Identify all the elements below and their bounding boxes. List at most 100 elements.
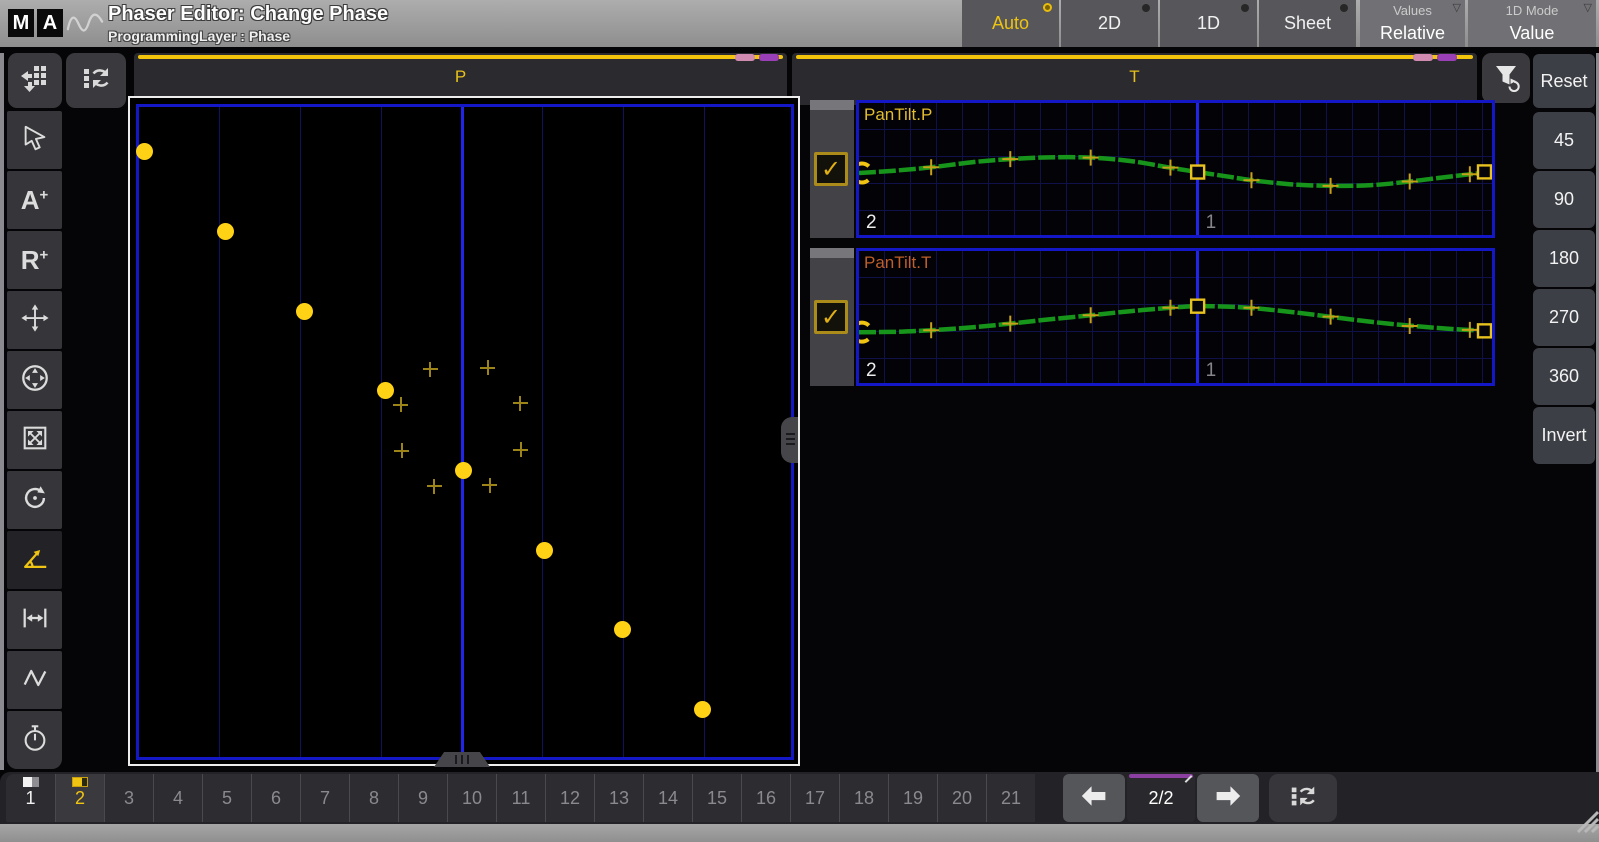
phase-270-button[interactable]: 270: [1533, 289, 1595, 346]
phaser-step-20[interactable]: 20: [937, 774, 986, 822]
tilt-curve-checkbox[interactable]: ✓: [814, 300, 848, 334]
phaser-step-9[interactable]: 9: [398, 774, 447, 822]
encoder-letter-t: T: [792, 67, 1477, 87]
tool-rotate[interactable]: [7, 471, 62, 529]
phaser-step-18[interactable]: 18: [839, 774, 888, 822]
page-label: 2/2: [1148, 788, 1173, 809]
view-button-1d[interactable]: 1D: [1160, 0, 1257, 47]
speed-icon: [20, 723, 50, 758]
phaser-step-6[interactable]: 6: [251, 774, 300, 822]
phaser-step-13[interactable]: 13: [594, 774, 643, 822]
phaser-step-11[interactable]: 11: [496, 774, 545, 822]
2d-phase-view[interactable]: [128, 96, 800, 766]
phase-180-button[interactable]: 180: [1533, 230, 1595, 287]
tool-center-move[interactable]: [7, 351, 62, 409]
phase-360-button[interactable]: 360: [1533, 348, 1595, 405]
fixture-phase-dot[interactable]: [217, 223, 234, 240]
move-grid-icon: [19, 62, 51, 99]
step-page-button[interactable]: 2/2: [1127, 774, 1195, 822]
view-button-sheet[interactable]: Sheet: [1259, 0, 1356, 47]
phaser-step-8[interactable]: 8: [349, 774, 398, 822]
reset-button[interactable]: Reset: [1533, 54, 1595, 108]
grid-line: [461, 107, 464, 757]
encoder-header-tilt[interactable]: T: [792, 53, 1477, 105]
angle-icon: [20, 543, 50, 578]
tool-transition[interactable]: [7, 651, 62, 709]
sync-icon: [80, 62, 112, 99]
checkmark-icon: ✓: [821, 303, 841, 332]
phaser-step-12[interactable]: 12: [545, 774, 594, 822]
pan-curve-checkbox[interactable]: ✓: [814, 152, 848, 186]
phaser-step-16[interactable]: 16: [741, 774, 790, 822]
phaser-step-15[interactable]: 15: [692, 774, 741, 822]
tool-angle[interactable]: [7, 531, 62, 589]
fixture-phase-dot[interactable]: [536, 542, 553, 559]
tool-add-absolute[interactable]: A+: [7, 171, 62, 229]
indicator-right: [82, 778, 87, 786]
grid-line: [219, 107, 220, 757]
ma-logo-a: A: [37, 9, 63, 37]
view-button-indicator: [1340, 4, 1348, 12]
ma-logo-m: M: [8, 9, 34, 37]
2d-phase-grid: [136, 104, 794, 760]
phaser-step-10[interactable]: 10: [447, 774, 496, 822]
pink-marker-pill: [1413, 54, 1433, 61]
phaser-step-5[interactable]: 5: [202, 774, 251, 822]
resize-grip[interactable]: [1566, 798, 1599, 839]
page-stripe: [1129, 774, 1193, 778]
fixture-origin-cross: [513, 396, 528, 411]
grid-line: [381, 107, 382, 757]
fixture-origin-cross: [482, 478, 497, 493]
view-button-2d[interactable]: 2D: [1061, 0, 1158, 47]
fixture-phase-dot[interactable]: [694, 701, 711, 718]
fixture-phase-dot[interactable]: [377, 382, 394, 399]
phaser-step-19[interactable]: 19: [888, 774, 937, 822]
fixture-phase-dot[interactable]: [455, 462, 472, 479]
phaser-editor-window: M A Phaser Editor: Change Phase Programm…: [0, 0, 1599, 842]
tool-width[interactable]: [7, 591, 62, 649]
phaser-step-4[interactable]: 4: [153, 774, 202, 822]
sync-encoder-button[interactable]: [66, 53, 126, 108]
fixture-origin-cross: [513, 442, 528, 457]
phase-invert-button[interactable]: Invert: [1533, 407, 1595, 464]
view-button-indicator: [1043, 3, 1052, 12]
tool-pointer[interactable]: [7, 111, 62, 169]
vertical-split-handle[interactable]: [781, 417, 798, 463]
tool-speed[interactable]: [7, 711, 62, 769]
curve-enable-column-pan: ✓: [810, 100, 854, 238]
left-scrollbar[interactable]: [0, 53, 4, 770]
phaser-step-1[interactable]: 1: [6, 774, 55, 822]
tool-move[interactable]: [7, 291, 62, 349]
tool-add-relative[interactable]: R+: [7, 231, 62, 289]
fixture-phase-dot[interactable]: [136, 143, 153, 160]
next-step-button[interactable]: [1197, 774, 1259, 822]
phaser-step-7[interactable]: 7: [300, 774, 349, 822]
sync-steps-button[interactable]: [1269, 774, 1337, 822]
filter-button[interactable]: [1482, 53, 1530, 103]
curve-enable-column-tilt: ✓: [810, 248, 854, 386]
fixture-phase-dot[interactable]: [296, 303, 313, 320]
grid-line: [542, 107, 543, 757]
phaser-step-14[interactable]: 14: [643, 774, 692, 822]
tilt-curve-graph[interactable]: PanTilt.T 2 1: [856, 248, 1495, 386]
move-window-button[interactable]: [8, 53, 62, 108]
pan-curve-graph[interactable]: PanTilt.P 2 1: [856, 100, 1495, 238]
rotate-icon: [20, 483, 50, 518]
phaser-step-2[interactable]: 2: [55, 774, 104, 822]
fixture-phase-dot[interactable]: [614, 621, 631, 638]
filter-refresh-icon: [1490, 60, 1522, 97]
phaser-step-21[interactable]: 21: [986, 774, 1035, 822]
phase-45-button[interactable]: 45: [1533, 112, 1595, 169]
phase-90-button[interactable]: 90: [1533, 171, 1595, 228]
1d-mode-dropdown[interactable]: 1D ModeValue▽: [1468, 0, 1596, 47]
phaser-step-17[interactable]: 17: [790, 774, 839, 822]
width-icon: [20, 603, 50, 638]
values-mode-dropdown[interactable]: ValuesRelative▽: [1360, 0, 1465, 47]
arrow-right-icon: [1211, 783, 1245, 814]
previous-step-button[interactable]: [1063, 774, 1125, 822]
encoder-stripe: [796, 55, 1473, 59]
view-button-auto[interactable]: Auto: [962, 0, 1059, 47]
step-indicator: [23, 777, 39, 787]
phaser-step-3[interactable]: 3: [104, 774, 153, 822]
tool-scale[interactable]: [7, 411, 62, 469]
